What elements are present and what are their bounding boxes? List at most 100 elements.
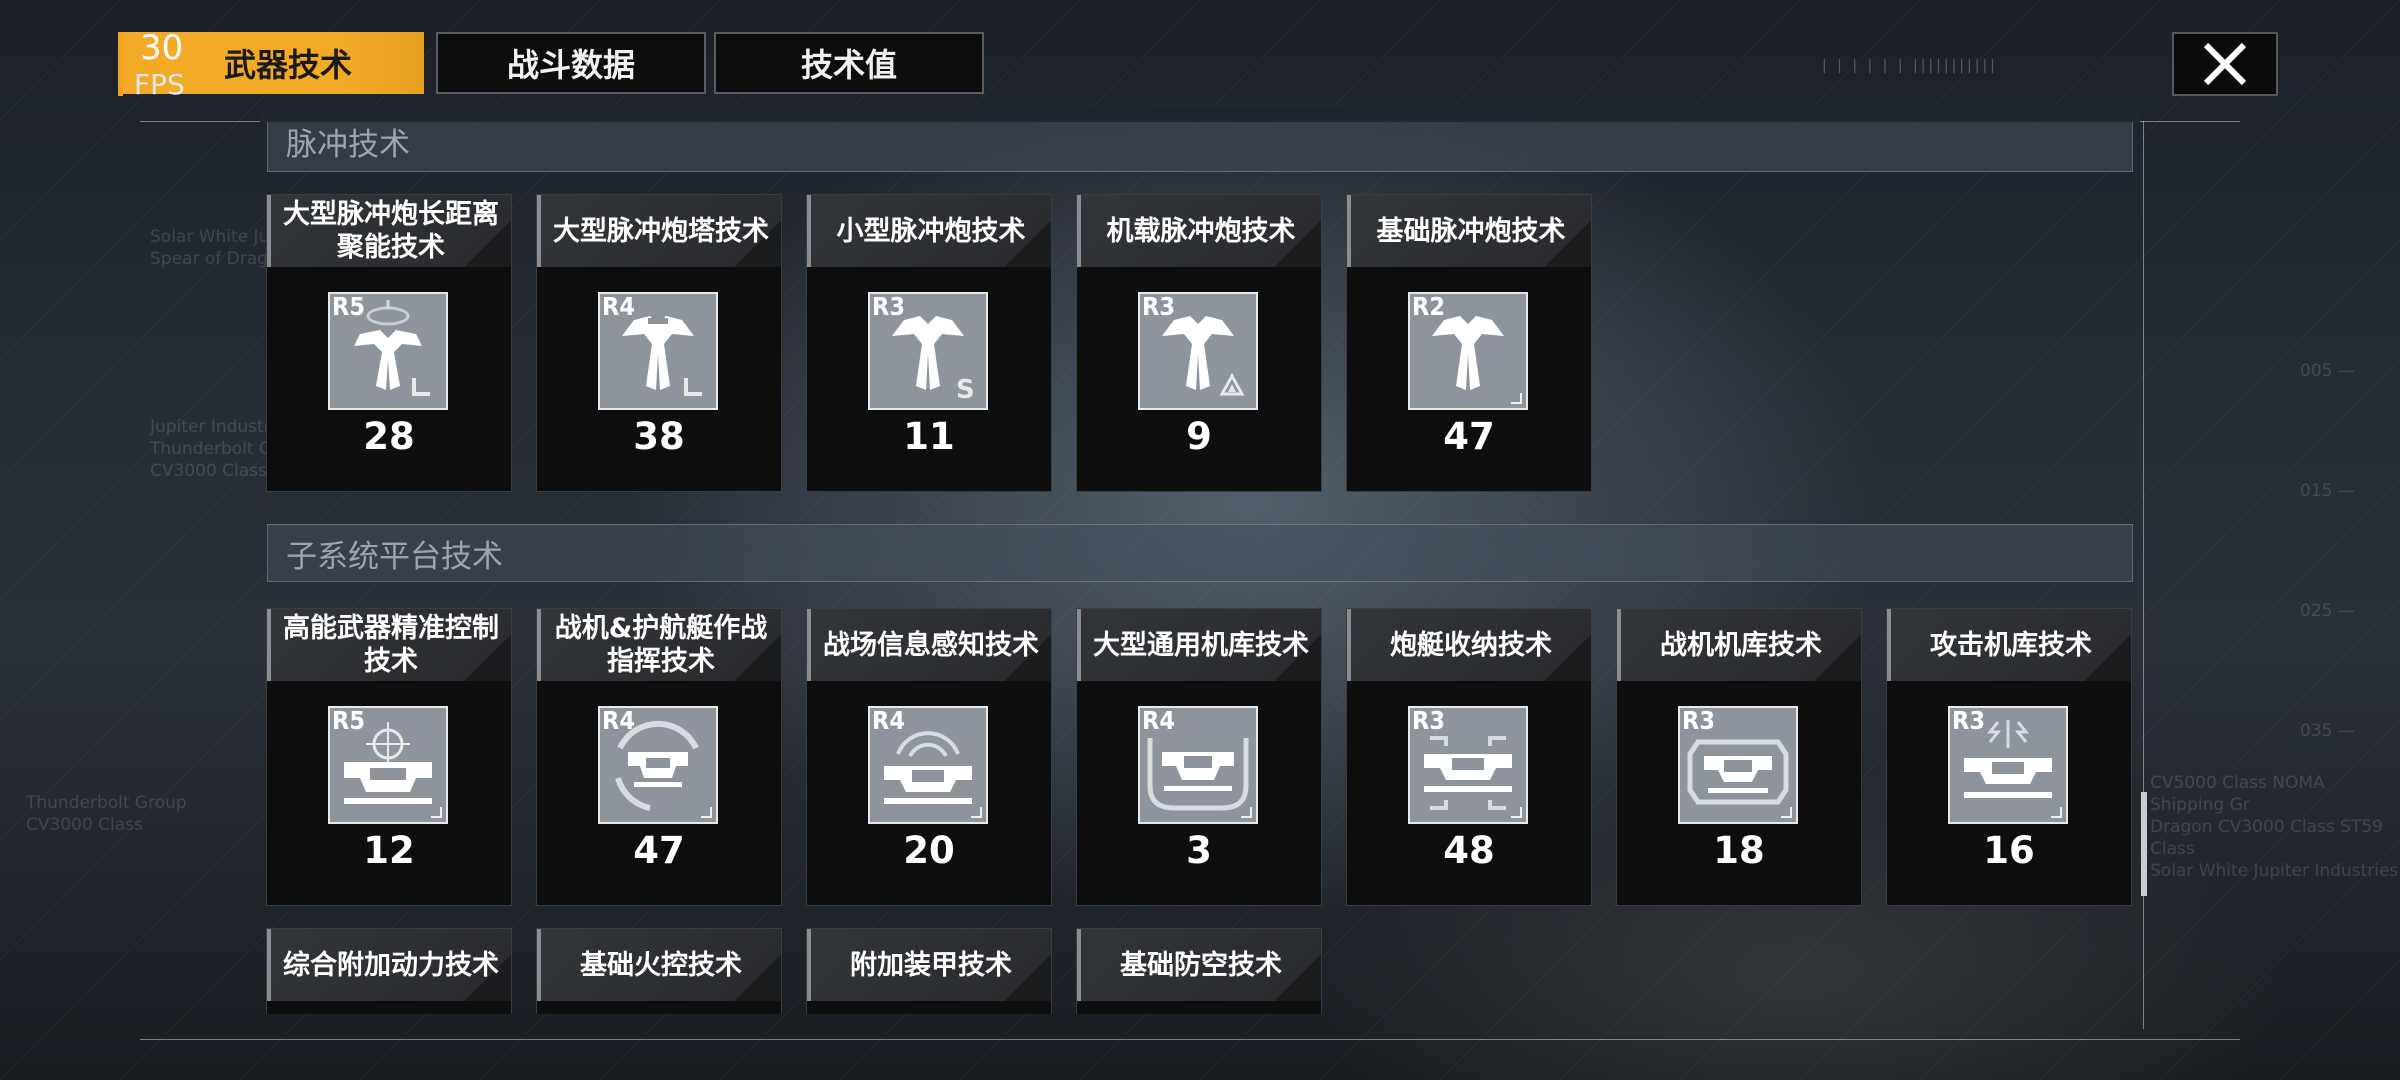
card-title: 基础脉冲炮技术 <box>1347 195 1591 267</box>
card-title: 大型脉冲炮长距离聚能技术 <box>267 195 511 267</box>
card-title: 小型脉冲炮技术 <box>807 195 1051 267</box>
rank-badge: R4 <box>602 706 635 735</box>
svg-text:S: S <box>956 375 975 405</box>
basic-pulse-cannon-icon: R2 <box>1408 292 1528 410</box>
gunboat-storage-icon: R3 <box>1408 706 1528 824</box>
tech-card[interactable]: 攻击机库技术 R3 16 <box>1886 608 2132 906</box>
card-title: 综合附加动力技术 <box>267 929 511 1001</box>
command-ring-icon: R4 <box>598 706 718 824</box>
tab-combat-data[interactable]: 战斗数据 <box>436 32 706 94</box>
card-title: 附加装甲技术 <box>807 929 1051 1001</box>
corner-mark <box>1781 807 1792 818</box>
tech-value: 38 <box>633 415 685 458</box>
tech-card[interactable]: 炮艇收纳技术 R3 48 <box>1346 608 1592 906</box>
tech-value: 16 <box>1983 829 2035 872</box>
tech-card[interactable]: 小型脉冲炮技术 R3 S 11 <box>806 194 1052 492</box>
corner-mark <box>1511 807 1522 818</box>
large-pulse-turret-icon: R4 <box>598 292 718 410</box>
corner-mark <box>701 807 712 818</box>
background-decor: 035 — <box>2300 721 2355 741</box>
rank-badge: R3 <box>1412 706 1445 735</box>
card-title: 基础防空技术 <box>1077 929 1321 1001</box>
section-title: 子系统平台技术 <box>286 538 503 575</box>
rank-badge: R3 <box>1142 292 1175 321</box>
tech-value: 18 <box>1713 829 1765 872</box>
tech-value: 11 <box>903 415 955 458</box>
tab-label: 战斗数据 <box>506 46 635 84</box>
tech-card[interactable]: 大型脉冲炮长距离聚能技术 R5 28 <box>266 194 512 492</box>
rank-badge: R2 <box>1412 292 1445 321</box>
tech-card[interactable]: 大型通用机库技术 R4 3 <box>1076 608 1322 906</box>
rank-badge: R5 <box>332 706 365 735</box>
tech-card[interactable]: 战机机库技术 R3 18 <box>1616 608 1862 906</box>
large-pulse-cannon-icon: R5 <box>328 292 448 410</box>
fps-counter: 30 FPS <box>118 28 218 101</box>
tech-value: 47 <box>633 829 685 872</box>
fps-accent-bar <box>118 32 123 96</box>
tech-value: 28 <box>363 415 415 458</box>
tech-value: 47 <box>1443 415 1495 458</box>
card-title: 攻击机库技术 <box>1887 609 2131 681</box>
corner-mark <box>971 807 982 818</box>
tech-card[interactable]: 战机&护航艇作战指挥技术 R4 47 <box>536 608 782 906</box>
section-header-subsystem: 子系统平台技术 <box>267 524 2133 582</box>
scrollbar-thumb[interactable] <box>2141 792 2147 896</box>
card-title: 战机&护航艇作战指挥技术 <box>537 609 781 681</box>
card-title: 大型通用机库技术 <box>1077 609 1321 681</box>
rank-badge: R4 <box>1142 706 1175 735</box>
close-icon <box>2203 42 2247 86</box>
tab-tech-value[interactable]: 技术值 <box>714 32 984 94</box>
corner-mark <box>1241 807 1252 818</box>
attack-hangar-icon: R3 <box>1948 706 2068 824</box>
tech-value: 3 <box>1186 829 1212 872</box>
tech-card[interactable]: 高能武器精准控制技术 R5 12 <box>266 608 512 906</box>
aircraft-pulse-cannon-icon: R3 <box>1138 292 1258 410</box>
card-title: 大型脉冲炮塔技术 <box>537 195 781 267</box>
tech-card[interactable]: 基础脉冲炮技术 R2 47 <box>1346 194 1592 492</box>
frame-line-bottom <box>140 1039 2240 1040</box>
card-title: 基础火控技术 <box>537 929 781 1001</box>
tech-card[interactable]: 附加装甲技术 <box>806 928 1052 1014</box>
radar-sensing-icon: R4 <box>868 706 988 824</box>
tech-card[interactable]: 大型脉冲炮塔技术 R4 38 <box>536 194 782 492</box>
card-title: 高能武器精准控制技术 <box>267 609 511 681</box>
hangar-icon: R4 <box>1138 706 1258 824</box>
header-decor: | | | | | | ||||||||||| <box>1822 58 1998 74</box>
tech-value: 48 <box>1443 829 1495 872</box>
corner-mark <box>1511 393 1522 404</box>
background-decor: Thunderbolt Group CV3000 Class <box>26 793 187 835</box>
background-decor: CV5000 Class NOMA Shipping Gr Dragon CV30… <box>2150 773 2399 881</box>
rank-badge: R3 <box>1682 706 1715 735</box>
tab-label: 技术值 <box>800 46 897 84</box>
background-decor: 015 — <box>2300 481 2355 501</box>
rank-badge: R4 <box>602 292 635 321</box>
corner-mark <box>2051 807 2062 818</box>
fps-label: FPS <box>134 68 185 101</box>
corner-mark <box>431 807 442 818</box>
card-title: 战机机库技术 <box>1617 609 1861 681</box>
card-title: 机载脉冲炮技术 <box>1077 195 1321 267</box>
rank-badge: R3 <box>1952 706 1985 735</box>
background-decor: 005 — <box>2300 361 2355 381</box>
rank-badge: R4 <box>872 706 905 735</box>
section-title: 脉冲技术 <box>286 127 410 163</box>
fighter-hangar-icon: R3 <box>1678 706 1798 824</box>
tech-card[interactable]: 机载脉冲炮技术 R3 9 <box>1076 194 1322 492</box>
tech-value: 9 <box>1186 415 1212 458</box>
card-title: 战场信息感知技术 <box>807 609 1051 681</box>
card-title: 炮艇收纳技术 <box>1347 609 1591 681</box>
fps-value: 30 <box>140 28 184 68</box>
close-button[interactable] <box>2172 32 2278 96</box>
tech-value: 20 <box>903 829 955 872</box>
tech-card[interactable]: 基础火控技术 <box>536 928 782 1014</box>
small-pulse-cannon-icon: R3 S <box>868 292 988 410</box>
tech-card[interactable]: 战场信息感知技术 R4 20 <box>806 608 1052 906</box>
tech-card[interactable]: 综合附加动力技术 <box>266 928 512 1014</box>
tech-card[interactable]: 基础防空技术 <box>1076 928 1322 1014</box>
tech-value: 12 <box>363 829 415 872</box>
tab-label: 武器技术 <box>223 46 352 84</box>
scroll-clip <box>260 108 2140 122</box>
rank-badge: R3 <box>872 292 905 321</box>
rank-badge: R5 <box>332 292 365 321</box>
precision-control-icon: R5 <box>328 706 448 824</box>
